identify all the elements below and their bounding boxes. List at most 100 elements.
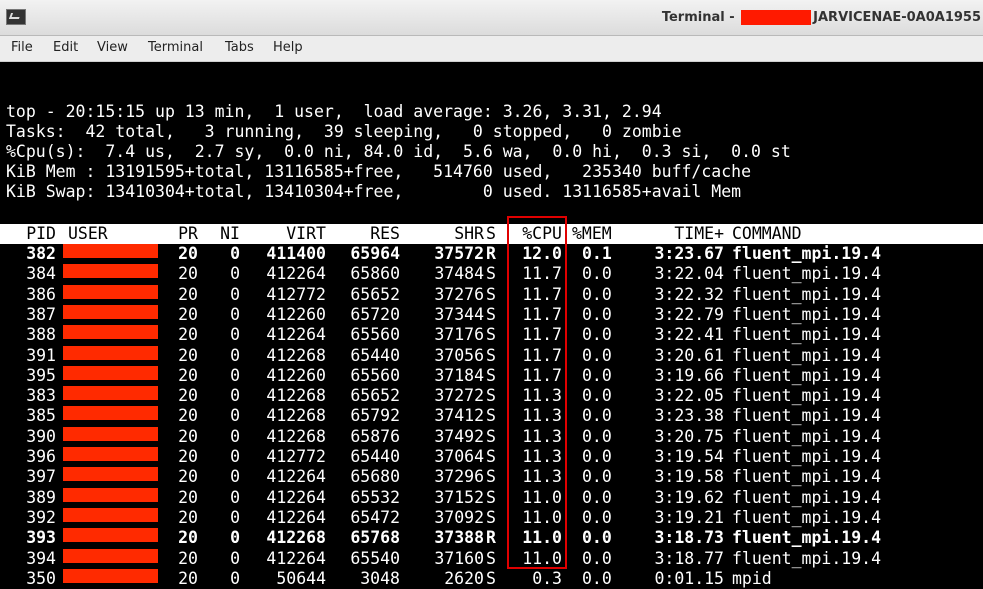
cell-time: 3:19.66 bbox=[654, 365, 724, 385]
cell-pr: 20 bbox=[178, 548, 198, 568]
cell-time: 3:19.58 bbox=[654, 467, 724, 487]
cell-ni: 0 bbox=[230, 244, 240, 263]
redacted-user bbox=[63, 365, 158, 380]
menu-help[interactable]: Help bbox=[273, 40, 303, 55]
cell-cmd: fluent_mpi.19.4 bbox=[732, 507, 882, 527]
cell-s: S bbox=[486, 386, 496, 406]
cell-mem: 0.1 bbox=[582, 244, 612, 263]
redacted-user bbox=[63, 507, 158, 522]
cell-pid: 391 bbox=[26, 345, 56, 365]
cell-cmd: mpid bbox=[732, 568, 772, 588]
cell-pid: 395 bbox=[26, 365, 56, 385]
cell-mem: 0.0 bbox=[582, 548, 612, 568]
cell-shr: 37152 bbox=[434, 487, 484, 507]
cell-pr: 20 bbox=[178, 568, 198, 588]
cell-ni: 0 bbox=[230, 284, 240, 304]
col-command: COMMAND bbox=[732, 224, 802, 243]
cell-pid: 382 bbox=[26, 244, 56, 263]
process-row: 389 20 0 412264 65532 37152 S 11.0 0.0 3:19.62 flu… bbox=[0, 487, 983, 508]
col-time: TIME+ bbox=[674, 224, 724, 243]
process-row: 388 20 0 412264 65560 37176 S 11.7 0.0 3:22.41 flu… bbox=[0, 325, 983, 345]
cell-virt: 412260 bbox=[266, 365, 326, 385]
cell-s: S bbox=[486, 507, 496, 527]
cell-res: 65560 bbox=[350, 365, 400, 385]
menu-file[interactable]: File bbox=[11, 40, 33, 55]
cell-shr: 37492 bbox=[434, 426, 484, 446]
cell-pid: 384 bbox=[26, 264, 56, 284]
cell-pid: 350 bbox=[26, 568, 56, 588]
process-row: 383 20 0 412268 65652 37272 S 11.3 0.0 3:22.05 flu… bbox=[0, 386, 983, 406]
menu-terminal[interactable]: Terminal bbox=[148, 40, 203, 55]
cell-res: 65560 bbox=[350, 325, 400, 345]
cell-s: S bbox=[486, 487, 496, 507]
cell-s: S bbox=[486, 467, 496, 487]
cell-mem: 0.0 bbox=[582, 284, 612, 304]
menu-view[interactable]: View bbox=[97, 40, 128, 55]
cell-time: 3:18.77 bbox=[654, 548, 724, 568]
cell-shr: 37184 bbox=[434, 365, 484, 385]
redacted-user bbox=[63, 284, 158, 299]
cell-shr: 37388 bbox=[434, 528, 484, 548]
cell-cmd: fluent_mpi.19.4 bbox=[732, 365, 882, 385]
cell-ni: 0 bbox=[230, 386, 240, 406]
terminal-window: Terminal - JARVICENAE-0A0A1955 File Edit… bbox=[0, 0, 983, 589]
cell-time: 3:20.75 bbox=[654, 426, 724, 446]
cell-cmd: fluent_mpi.19.4 bbox=[732, 467, 882, 487]
cell-s: S bbox=[486, 284, 496, 304]
cell-shr: 37272 bbox=[434, 386, 484, 406]
cell-time: 3:19.62 bbox=[654, 487, 724, 507]
cell-shr: 37572 bbox=[434, 244, 484, 263]
cell-virt: 412260 bbox=[266, 304, 326, 324]
cell-cmd: fluent_mpi.19.4 bbox=[732, 325, 882, 345]
cell-pr: 20 bbox=[178, 264, 198, 284]
cell-shr: 37056 bbox=[434, 345, 484, 365]
redacted-user bbox=[63, 528, 158, 543]
cell-ni: 0 bbox=[230, 365, 240, 385]
cell-cmd: fluent_mpi.19.4 bbox=[732, 406, 882, 426]
terminal-output[interactable]: top - 20:15:15 up 13 min, 1 user, load a… bbox=[0, 62, 983, 589]
cell-shr: 37160 bbox=[434, 548, 484, 568]
cell-s: S bbox=[486, 365, 496, 385]
cell-shr: 37092 bbox=[434, 507, 484, 527]
process-row: 350 20 0 50644 3048 2620 S 0.3 0.0 0:01.15 mpid bbox=[0, 568, 983, 589]
cell-cmd: fluent_mpi.19.4 bbox=[732, 304, 882, 324]
redacted-user bbox=[63, 345, 158, 360]
menu-tabs[interactable]: Tabs bbox=[225, 40, 254, 55]
cell-pr: 20 bbox=[178, 325, 198, 345]
cpu-line: %Cpu(s): 7.4 us, 2.7 sy, 0.0 ni, 84.0 id… bbox=[6, 142, 791, 161]
cell-cmd: fluent_mpi.19.4 bbox=[732, 264, 882, 284]
cell-res: 65532 bbox=[350, 487, 400, 507]
cell-pid: 383 bbox=[26, 386, 56, 406]
terminal-app-icon bbox=[6, 9, 26, 25]
process-row: 390 20 0 412268 65876 37492 S 11.3 0.0 3:20.75 flu… bbox=[0, 426, 983, 447]
cell-pr: 20 bbox=[178, 467, 198, 487]
cell-ni: 0 bbox=[230, 568, 240, 588]
cell-pid: 390 bbox=[26, 426, 56, 446]
col-state: S bbox=[486, 224, 496, 243]
cell-virt: 412268 bbox=[266, 528, 326, 548]
menu-edit[interactable]: Edit bbox=[53, 40, 78, 55]
cell-res: 65652 bbox=[350, 386, 400, 406]
cell-cmd: fluent_mpi.19.4 bbox=[732, 244, 882, 263]
cell-ni: 0 bbox=[230, 447, 240, 466]
cell-ni: 0 bbox=[230, 528, 240, 548]
redacted-hostname bbox=[741, 10, 812, 25]
cell-cmd: fluent_mpi.19.4 bbox=[732, 548, 882, 568]
process-row: 393 20 0 412268 65768 37388 R 11.0 0.0 3:18.73 flu… bbox=[0, 528, 983, 548]
redacted-user bbox=[63, 244, 158, 258]
cell-mem: 0.0 bbox=[582, 264, 612, 284]
process-row: 386 20 0 412772 65652 37276 S 11.7 0.0 3:22.32 flu… bbox=[0, 284, 983, 305]
cell-virt: 50644 bbox=[276, 568, 326, 588]
cell-s: S bbox=[486, 568, 496, 588]
cell-pid: 394 bbox=[26, 548, 56, 568]
cell-res: 65860 bbox=[350, 264, 400, 284]
title-bar[interactable]: Terminal - JARVICENAE-0A0A1955 bbox=[0, 0, 983, 36]
cell-cmd: fluent_mpi.19.4 bbox=[732, 426, 882, 446]
cell-virt: 412268 bbox=[266, 406, 326, 426]
cell-res: 65472 bbox=[350, 507, 400, 527]
cell-s: S bbox=[486, 447, 496, 466]
cell-cmd: fluent_mpi.19.4 bbox=[732, 386, 882, 406]
process-row: 394 20 0 412264 65540 37160 S 11.0 0.0 3:18.77 flu… bbox=[0, 548, 983, 569]
process-row: 382 20 0 411400 65964 37572 R 12.0 0.1 3:23.67 flu… bbox=[0, 244, 983, 264]
cell-ni: 0 bbox=[230, 406, 240, 426]
